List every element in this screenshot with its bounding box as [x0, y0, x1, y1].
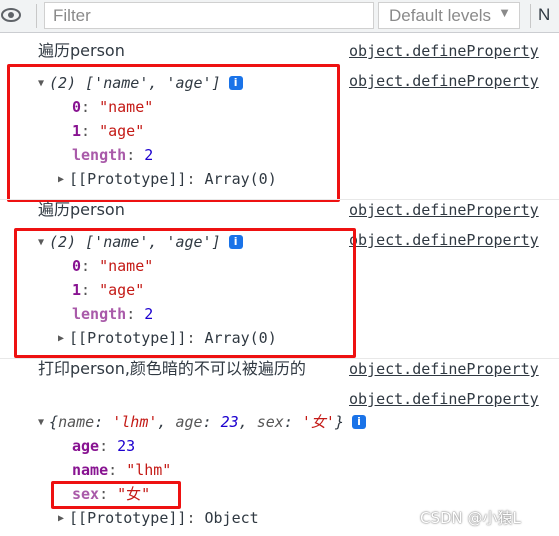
watermark: CSDN @小猿L [420, 509, 521, 527]
expand-triangle-icon[interactable]: ▼ [38, 412, 44, 434]
source-link[interactable]: object.defineProperty [349, 40, 539, 62]
log-levels-dropdown[interactable]: Default levels ▼ [378, 2, 520, 29]
source-link[interactable]: object.defineProperty [349, 229, 539, 251]
eye-icon[interactable] [0, 5, 22, 25]
issues-button[interactable]: N [538, 5, 550, 25]
object-summary[interactable]: ▼ {name: 'lhm', age: 23, sex: '女'} i [38, 411, 366, 434]
log-message: 遍历person [38, 200, 125, 219]
prototype-row[interactable]: ▶ [[Prototype]]: Object [58, 507, 259, 530]
info-icon[interactable]: i [352, 415, 366, 429]
highlight-box [7, 64, 340, 202]
log-message: 打印person,颜色暗的不可以被遍历的 [38, 359, 306, 378]
toolbar-divider [530, 4, 531, 28]
console-toolbar: Filter Default levels ▼ N [0, 0, 559, 33]
source-link[interactable]: object.defineProperty [349, 358, 539, 380]
collapse-triangle-icon[interactable]: ▶ [58, 508, 64, 530]
highlight-box [51, 481, 181, 509]
source-link[interactable]: object.defineProperty [349, 70, 539, 92]
filter-input[interactable]: Filter [44, 2, 374, 29]
object-property: age: 23 [72, 437, 136, 455]
source-link[interactable]: object.defineProperty [349, 199, 539, 221]
toolbar-divider [36, 4, 37, 28]
chevron-down-icon: ▼ [498, 5, 511, 20]
source-link[interactable]: object.defineProperty [349, 388, 539, 410]
highlight-box [14, 228, 356, 358]
log-levels-label: Default levels [389, 6, 492, 25]
object-property: name: "lhm" [72, 461, 172, 479]
log-message: 遍历person [38, 41, 125, 60]
